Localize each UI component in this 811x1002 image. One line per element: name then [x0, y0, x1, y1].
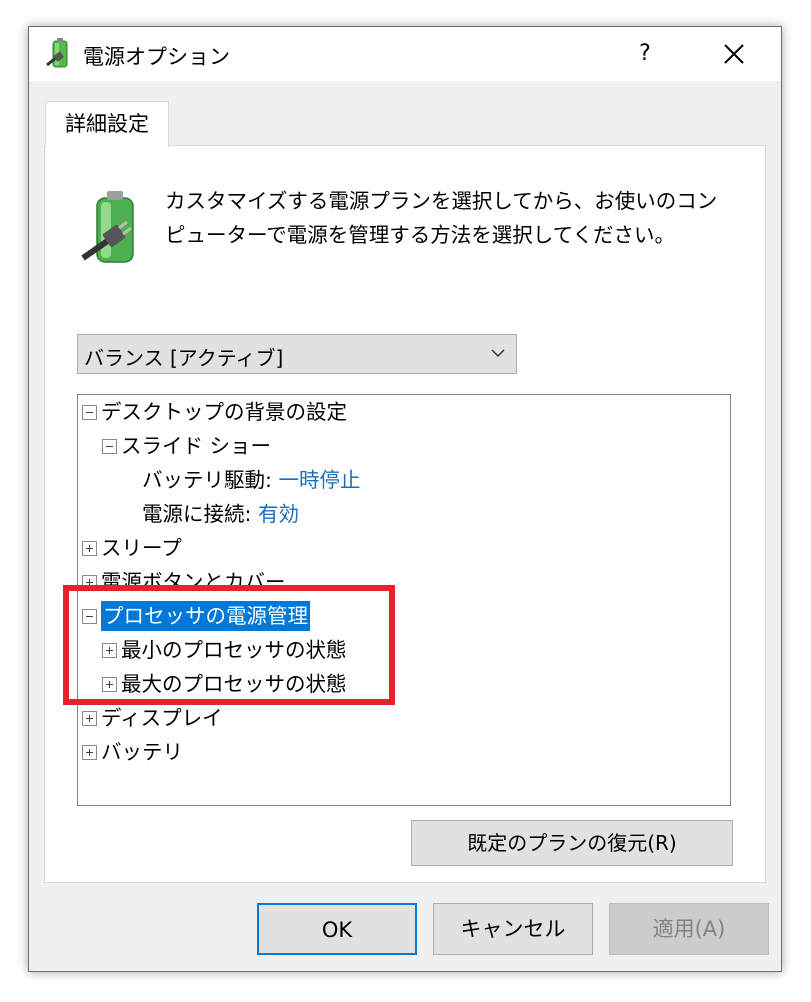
tree-setting-plugged-in: 電源に接続: 有効 [142, 499, 299, 529]
on-battery-label: バッテリ駆動: [142, 468, 272, 492]
chevron-down-icon [491, 349, 505, 358]
ok-button[interactable]: OK [257, 903, 417, 955]
advanced-settings-panel: カスタマイズする電源プランを選択してから、お使いのコンピューターで電源を管理する… [44, 145, 766, 883]
help-button[interactable]: ? [625, 39, 665, 69]
close-icon[interactable] [717, 37, 751, 71]
battery-plug-icon [81, 191, 134, 263]
battery-plug-icon [46, 38, 68, 68]
cancel-button[interactable]: キャンセル [433, 903, 593, 955]
apply-button[interactable]: 適用(A) [609, 903, 769, 955]
title-bar: 電源オプション ? [29, 27, 781, 81]
expand-icon[interactable] [82, 711, 97, 726]
description-text: カスタマイズする電源プランを選択してから、お使いのコンピューターで電源を管理する… [165, 189, 718, 247]
on-battery-value[interactable]: 一時停止 [278, 468, 360, 492]
window-title: 電源オプション [83, 45, 230, 69]
expand-icon[interactable] [82, 541, 97, 556]
annotation-highlight-box [63, 585, 395, 705]
power-plan-selected: バランス [アクティブ] [84, 346, 284, 370]
collapse-icon[interactable] [82, 405, 97, 420]
tree-setting-on-battery: バッテリ駆動: 一時停止 [142, 465, 360, 495]
restore-defaults-button[interactable]: 既定のプランの復元(R) [411, 820, 733, 866]
expand-icon[interactable] [82, 745, 97, 760]
power-plan-select[interactable]: バランス [アクティブ] [77, 334, 517, 374]
plugged-in-value[interactable]: 有効 [258, 502, 299, 526]
collapse-icon[interactable] [102, 439, 117, 454]
tab-advanced-settings[interactable]: 詳細設定 [45, 101, 169, 147]
power-options-dialog: 電源オプション ? 詳細設定 カスタマイズする電源プランを選択してから、お使いの… [28, 26, 782, 972]
plugged-in-label: 電源に接続: [142, 502, 252, 526]
